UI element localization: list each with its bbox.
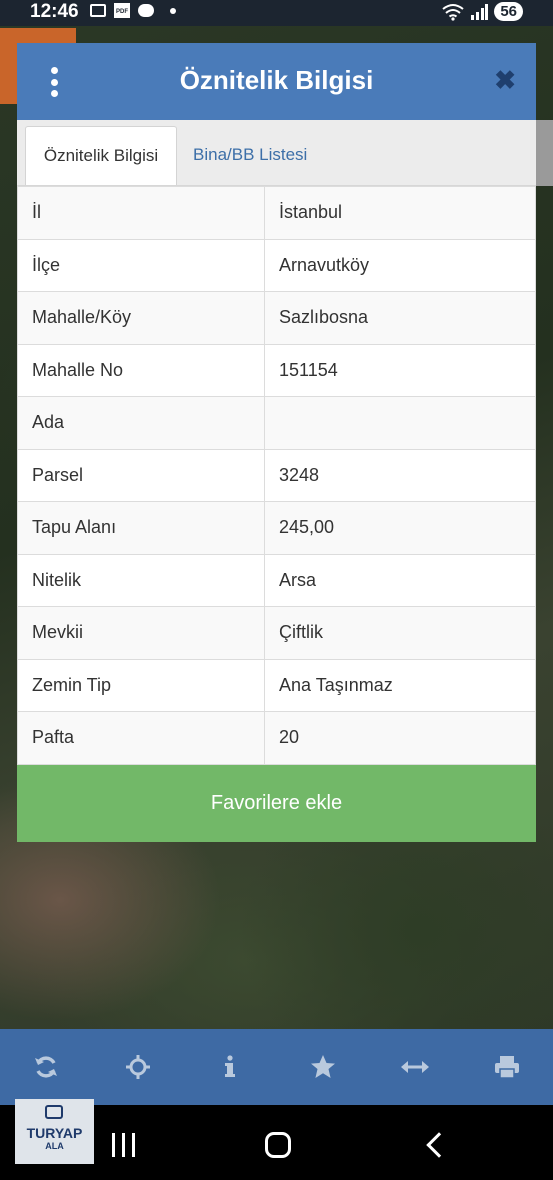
attribute-key: İl [17, 186, 265, 240]
table-row: İlçe Arnavutköy [17, 238, 536, 292]
attribute-table: İl İstanbul İlçe Arnavutköy Mahalle/Köy Sazlı… [17, 186, 536, 765]
dialog-title: Öznitelik Bilgisi [179, 65, 374, 95]
recent-apps-icon[interactable] [112, 1133, 135, 1157]
tab-attribute-info[interactable]: Öznitelik Bilgisi [25, 126, 177, 185]
attribute-value: Ana Taşınmaz [264, 658, 536, 712]
attribute-value: 20 [264, 711, 536, 765]
signal-icon [471, 3, 489, 20]
attribute-value: İstanbul [264, 186, 536, 240]
measure-icon[interactable] [395, 1047, 435, 1087]
wifi-icon [442, 3, 464, 21]
pdf-icon: PDF [114, 3, 130, 18]
attribute-value: Arsa [264, 553, 536, 607]
gallery-icon [90, 4, 106, 17]
attribute-value: 3248 [264, 448, 536, 502]
status-time: 12:46 [30, 1, 79, 22]
attribute-value: 151154 [264, 343, 536, 397]
tab-building-list[interactable]: Bina/BB Listesi [193, 126, 307, 184]
status-right: 56 [442, 2, 523, 21]
tab-bar: Öznitelik Bilgisi Bina/BB Listesi [17, 120, 536, 186]
table-row: Ada [17, 396, 536, 450]
attribute-key: Mahalle/Köy [17, 291, 265, 345]
attribute-value: Sazlıbosna [264, 291, 536, 345]
attribute-key: Nitelik [17, 553, 265, 607]
print-icon[interactable] [487, 1047, 527, 1087]
attribute-value [264, 396, 536, 450]
notification-icons: PDF [90, 3, 176, 18]
refresh-icon[interactable] [26, 1047, 66, 1087]
table-row: Mahalle/Köy Sazlıbosna [17, 291, 536, 345]
brand-logo: TURYAP ALA [15, 1099, 94, 1164]
table-row: Parsel 3248 [17, 448, 536, 502]
table-row: İl İstanbul [17, 186, 536, 240]
info-icon[interactable] [210, 1047, 250, 1087]
star-icon[interactable] [303, 1047, 343, 1087]
table-row: Tapu Alanı 245,00 [17, 501, 536, 555]
back-icon[interactable] [426, 1132, 452, 1158]
close-icon[interactable]: ✖ [494, 65, 516, 96]
table-row: Nitelik Arsa [17, 553, 536, 607]
map-overlay-grey [535, 120, 553, 186]
logo-mark-icon [45, 1105, 63, 1119]
logo-line1: TURYAP [26, 1125, 83, 1141]
attribute-value: Arnavutköy [264, 238, 536, 292]
attribute-key: Mahalle No [17, 343, 265, 397]
bottom-toolbar [0, 1029, 553, 1105]
dialog-header: Öznitelik Bilgisi ✖ [17, 43, 536, 120]
attribute-key: Parsel [17, 448, 265, 502]
battery-indicator: 56 [494, 2, 523, 21]
crosshair-icon[interactable] [118, 1047, 158, 1087]
attribute-value: Çiftlik [264, 606, 536, 660]
add-favorites-button[interactable]: Favorilere ekle [17, 764, 536, 842]
table-row: Mevkii Çiftlik [17, 606, 536, 660]
status-bar: 12:46 PDF 56 [0, 0, 553, 26]
home-icon[interactable] [265, 1132, 291, 1158]
attribute-key: Tapu Alanı [17, 501, 265, 555]
logo-line2: ALA [45, 1141, 64, 1151]
attribute-value: 245,00 [264, 501, 536, 555]
attribute-key: Zemin Tip [17, 658, 265, 712]
attribute-key: İlçe [17, 238, 265, 292]
dot-icon [170, 7, 176, 14]
chat-icon [138, 4, 154, 17]
table-row: Mahalle No 151154 [17, 343, 536, 397]
attribute-key: Mevkii [17, 606, 265, 660]
attribute-dialog: Öznitelik Bilgisi ✖ Öznitelik Bilgisi Bi… [17, 43, 536, 842]
table-row: Pafta 20 [17, 711, 536, 765]
table-row: Zemin Tip Ana Taşınmaz [17, 658, 536, 712]
attribute-key: Ada [17, 396, 265, 450]
attribute-key: Pafta [17, 711, 265, 765]
